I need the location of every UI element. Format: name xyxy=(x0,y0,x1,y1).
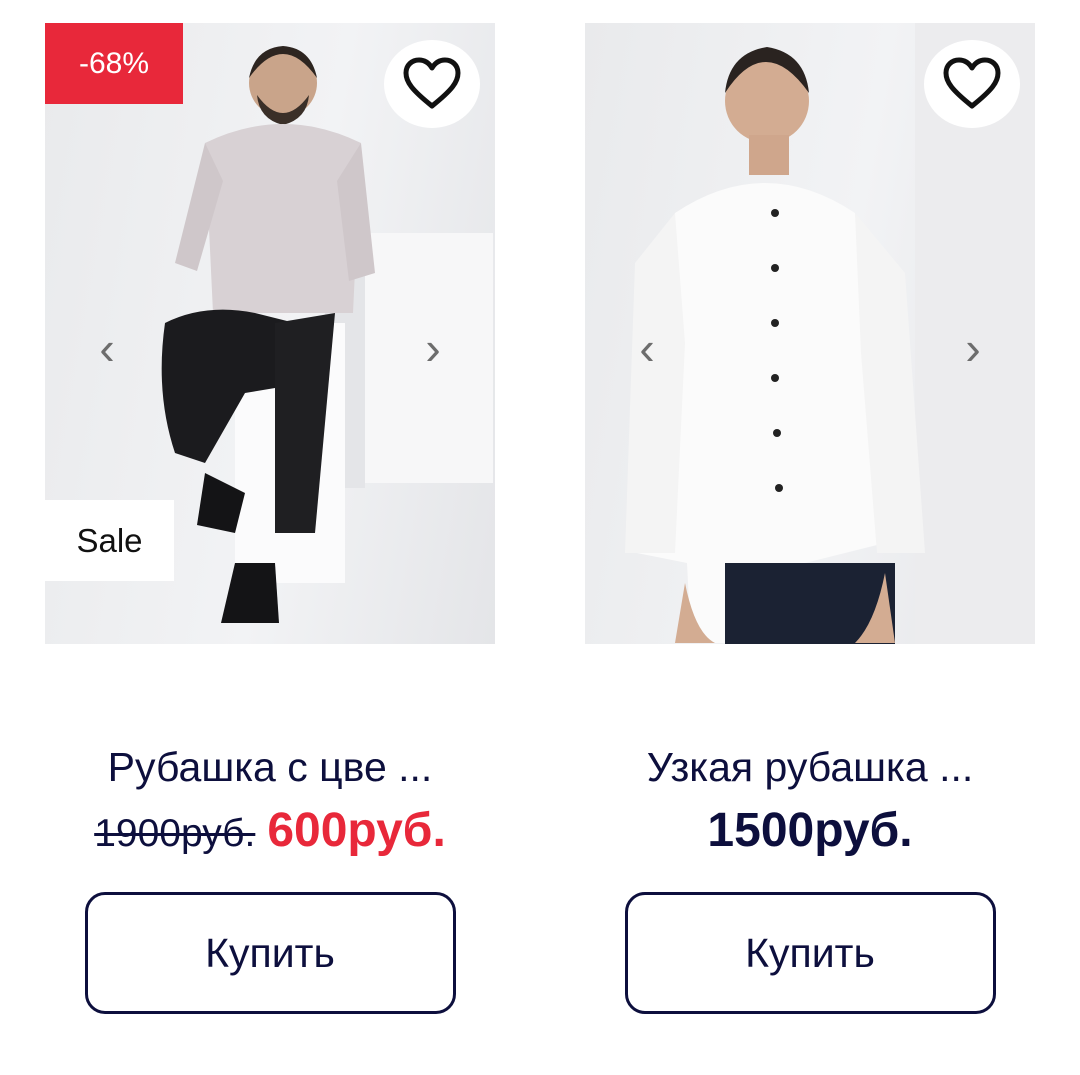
product-title[interactable]: Рубашка с цве ... xyxy=(45,744,495,791)
buy-button[interactable]: Купить xyxy=(84,892,456,1014)
discount-badge: -68% xyxy=(45,23,183,104)
chevron-left-icon[interactable]: ‹ xyxy=(627,323,667,373)
favorite-button[interactable] xyxy=(924,40,1020,128)
price-row: 1500руб. xyxy=(585,803,1035,863)
sale-price: 600руб. xyxy=(267,804,446,857)
old-price: 1900руб. xyxy=(94,812,256,855)
favorite-button[interactable] xyxy=(384,40,480,128)
price: 1500руб. xyxy=(707,804,913,857)
product-card: -68% Sale ‹ › Рубашка с цве ... 1900руб.… xyxy=(45,23,495,1014)
heart-outline-icon xyxy=(403,57,461,109)
chevron-right-icon[interactable]: › xyxy=(413,323,453,373)
price-row: 1900руб. 600руб. xyxy=(45,803,495,863)
chevron-left-icon[interactable]: ‹ xyxy=(87,323,127,373)
buy-button[interactable]: Купить xyxy=(624,892,996,1014)
product-card: ‹ › Узкая рубашка ... 1500руб. Купить xyxy=(585,23,1035,1014)
sale-badge: Sale xyxy=(45,500,174,581)
heart-outline-icon xyxy=(943,57,1001,109)
product-image[interactable]: -68% Sale ‹ › xyxy=(45,23,495,644)
chevron-right-icon[interactable]: › xyxy=(953,323,993,373)
product-image[interactable]: ‹ › xyxy=(585,23,1035,644)
product-title[interactable]: Узкая рубашка ... xyxy=(585,744,1035,791)
